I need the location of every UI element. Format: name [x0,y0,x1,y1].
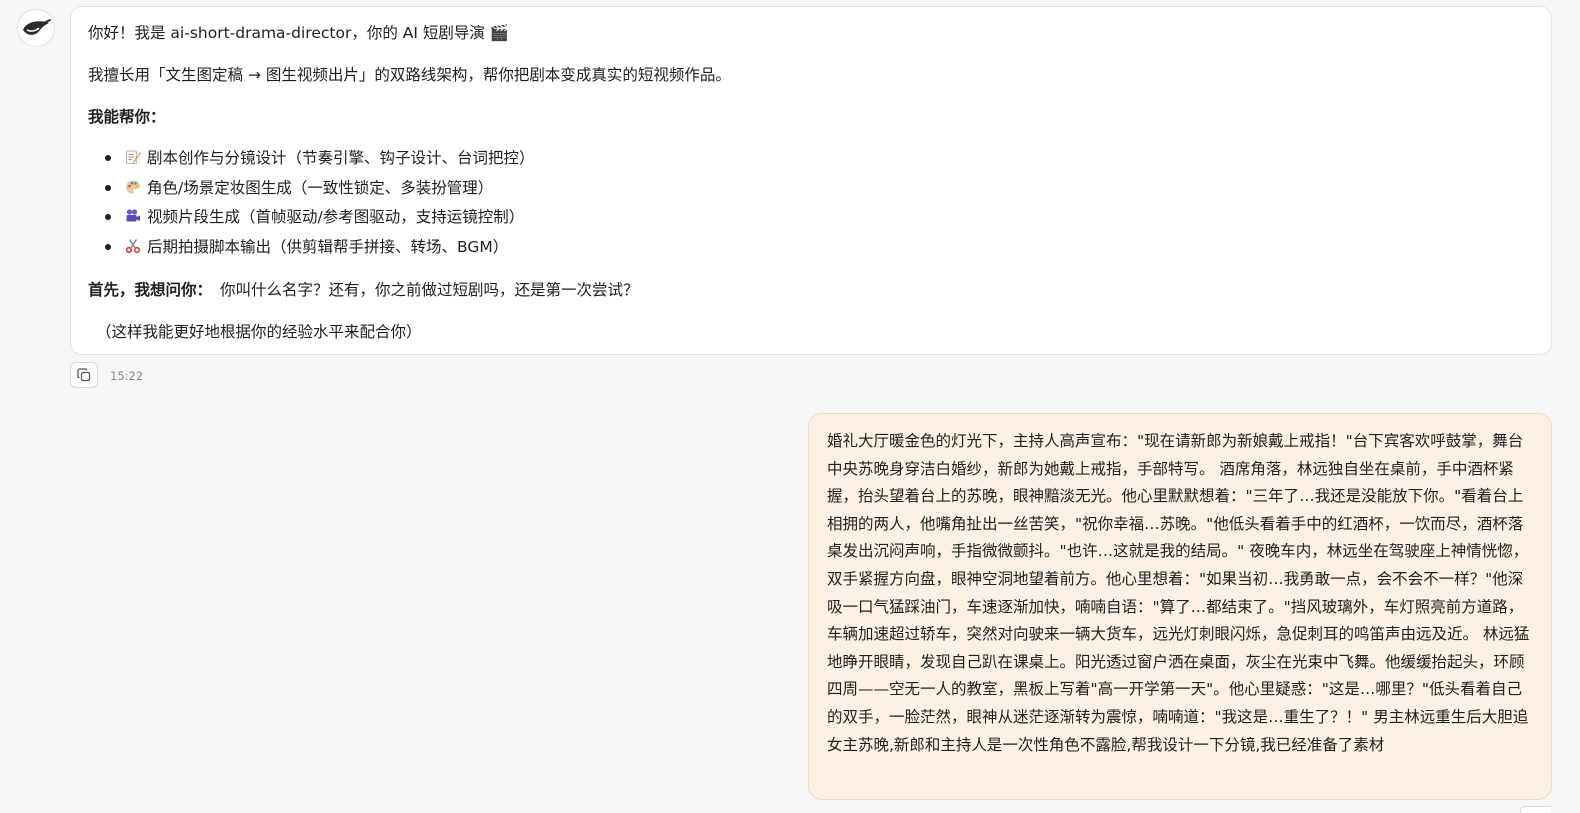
capability-label: 剧本创作与分镜设计（节奏引擎、钩子设计、台词把控） [147,149,535,167]
user-message: 婚礼大厅暖金色的灯光下，主持人高声宣布："现在请新郎为新娘戴上戒指！"台下宾客欢… [808,413,1552,800]
assistant-message: 你好！我是 ai-short-drama-director，你的 AI 短剧导演… [70,6,1552,355]
question-line: 首先，我想问你： 你叫什么名字？还有，你之前做过短剧吗，还是第一次尝试？ [88,279,1534,301]
capability-label: 视频片段生成（首帧驱动/参考图驱动，支持运镜控制） [147,208,525,226]
message-timestamp: 15:22 [110,369,144,383]
capability-label: 后期拍摄脚本输出（供剪辑帮手拼接、转场、BGM） [147,237,509,256]
assistant-avatar [17,9,55,47]
list-item: 角色/场景定妆图生成（一致性锁定、多装扮管理） [105,177,1534,207]
question-text: 你叫什么名字？还有，你之前做过短剧吗，还是第一次尝试？ [220,281,639,299]
movie-camera-icon [126,209,140,222]
capability-list: 剧本创作与分镜设计（节奏引擎、钩子设计、台词把控） 角色/场景定妆图生成（一致性… [88,147,1534,265]
help-title: 我能帮你： [88,108,166,126]
copy-icon [77,368,91,382]
copy-button[interactable] [70,362,98,388]
chat-view: 你好！我是 ai-short-drama-director，你的 AI 短剧导演… [0,0,1580,813]
list-item: 视频片段生成（首帧驱动/参考图驱动，支持运镜控制） [105,206,1534,236]
capability-label: 角色/场景定妆图生成（一致性锁定、多装扮管理） [147,178,494,197]
palette-icon [126,180,140,193]
director-logo-icon [18,10,54,46]
intro-text: 我擅长用「文生图定稿 → 图生视频出片」的双路线架构，帮你把剧本变成真实的短视频… [88,66,731,84]
memo-icon [126,150,141,164]
note-text: （这样我能更好地根据你的经验水平来配合你） [96,323,422,341]
scroll-to-bottom-button[interactable] [1520,806,1551,813]
scissors-icon [125,238,141,253]
list-item: 剧本创作与分镜设计（节奏引擎、钩子设计、台词把控） [105,147,1534,177]
greeting-text: 你好！我是 ai-short-drama-director，你的 AI 短剧导演… [88,24,510,42]
list-item: 后期拍摄脚本输出（供剪辑帮手拼接、转场、BGM） [105,236,1534,266]
question-label: 首先，我想问你： [88,281,213,299]
